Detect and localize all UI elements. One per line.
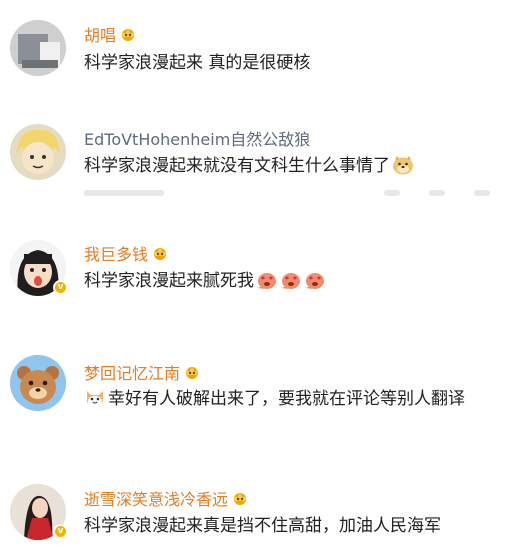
v-badge-icon: v xyxy=(53,280,68,295)
comment-author[interactable]: 胡唱 xyxy=(84,22,116,46)
love-emoji xyxy=(256,270,278,290)
comment-text: 科学家浪漫起来腻死我 xyxy=(84,268,502,295)
comment-author[interactable]: 我巨多钱 xyxy=(84,241,148,265)
comment-text-body: 科学家浪漫起来就没有文科生什么事情了 xyxy=(84,156,390,176)
avatar[interactable] xyxy=(10,124,66,180)
comment-text: 科学家浪漫起来真是挡不住高甜，加油人民海军 xyxy=(84,516,441,536)
love-emoji xyxy=(304,270,326,290)
comment-text: 科学家浪漫起来就没有文科生什么事情了 xyxy=(84,153,502,180)
comment-author[interactable]: 逝雪深笑意浅冷香远 xyxy=(84,486,228,510)
crown-icon xyxy=(183,365,201,379)
comment-text-body: 幸好有人破解出来了，要我就在评论等别人翻译 xyxy=(108,389,465,409)
crown-icon xyxy=(231,491,249,505)
avatar[interactable] xyxy=(10,20,66,76)
action-bar xyxy=(84,190,504,202)
avatar[interactable] xyxy=(10,355,66,411)
love-emoji xyxy=(280,270,302,290)
v-badge-icon: v xyxy=(53,524,68,539)
comment-author[interactable]: 梦回记忆江南 xyxy=(84,360,180,384)
comment-author[interactable]: EdToVtHohenheim自然公敌狼 xyxy=(84,126,310,150)
comment-text: 科学家浪漫起来 真的是很硬核 xyxy=(84,53,311,73)
comment-text: 幸好有人破解出来了，要我就在评论等别人翻译 xyxy=(84,386,502,413)
crown-icon xyxy=(151,246,169,260)
cat-emoji xyxy=(84,388,106,408)
comment-text-body: 科学家浪漫起来腻死我 xyxy=(84,271,254,291)
crown-icon xyxy=(119,27,137,41)
doge-emoji xyxy=(392,155,414,175)
